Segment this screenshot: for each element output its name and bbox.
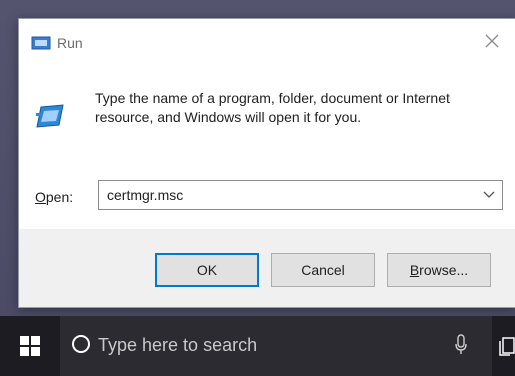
ok-button[interactable]: OK [155, 253, 259, 287]
window-title: Run [57, 35, 83, 51]
browse-label: rowse... [419, 262, 469, 278]
open-label-text: pen: [45, 189, 74, 205]
cortana-search-icon [72, 335, 90, 353]
button-bar: OK Cancel Browse... [19, 229, 515, 307]
run-icon [31, 36, 51, 50]
dialog-content: Type the name of a program, folder, docu… [19, 63, 515, 229]
task-view-icon[interactable] [498, 336, 515, 356]
windows-start-icon [20, 336, 40, 356]
dropdown-button[interactable] [476, 181, 502, 209]
taskbar: Type here to search [0, 316, 515, 376]
instruction-text: Type the name of a program, folder, docu… [95, 90, 450, 125]
microphone-icon[interactable] [454, 334, 468, 356]
title-bar[interactable]: Run [19, 19, 515, 63]
open-label-accesskey: O [35, 189, 46, 205]
search-placeholder: Type here to search [98, 335, 258, 355]
start-button[interactable] [0, 316, 60, 376]
open-input[interactable] [99, 181, 485, 209]
close-button[interactable] [469, 19, 515, 63]
open-label: Open: [35, 189, 73, 205]
open-combobox[interactable] [98, 180, 503, 210]
run-app-icon [36, 104, 64, 128]
browse-button[interactable]: Browse... [387, 253, 491, 287]
run-dialog: Run Type the name of a program, folder, … [18, 18, 515, 308]
taskbar-search-box[interactable]: Type here to search [60, 316, 492, 376]
close-icon [485, 34, 499, 48]
cancel-button[interactable]: Cancel [271, 253, 375, 287]
browse-accesskey: B [409, 262, 420, 278]
chevron-down-icon [483, 191, 495, 198]
